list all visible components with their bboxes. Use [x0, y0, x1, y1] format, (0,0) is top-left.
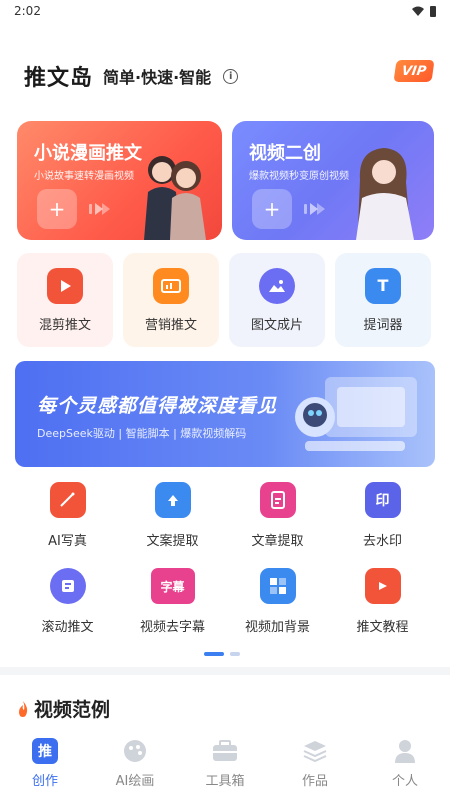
- grid-article-extract[interactable]: 文章提取: [225, 482, 330, 554]
- feature-grid: AI写真 文案提取 文章提取 印 去水印 滚动推文 字幕 视频去字幕 视频加背景: [15, 482, 435, 640]
- folder-upload-icon: [154, 482, 191, 518]
- status-bar: 2:02: [0, 0, 450, 22]
- tool-teleprompter[interactable]: T 提词器: [335, 253, 431, 347]
- video-card-subtitle: 爆款视频秒变原创视频: [249, 171, 349, 182]
- grid-label: AI写真: [48, 534, 87, 549]
- subtitle-remove-icon: 字幕: [150, 568, 195, 604]
- tab-label: 工具箱: [205, 774, 245, 789]
- book-icon: [364, 568, 401, 604]
- grid-copy-extract[interactable]: 文案提取: [120, 482, 225, 554]
- play-arrows-icon: [89, 203, 110, 215]
- palette-icon: [122, 738, 148, 764]
- pager-dot[interactable]: [230, 652, 240, 656]
- grid-ai-photo[interactable]: AI写真: [15, 482, 120, 554]
- grid-label: 视频加背景: [244, 620, 310, 635]
- pager-dots: [204, 652, 240, 656]
- play-icon: [47, 267, 83, 304]
- tab-profile[interactable]: 个人: [360, 732, 450, 800]
- ai-robot-illustration-icon: [295, 377, 417, 451]
- tool-label: 营销推文: [144, 317, 197, 333]
- tool-label: 图文成片: [250, 317, 303, 333]
- text-icon: T: [365, 267, 401, 304]
- tab-label: 创作: [31, 774, 58, 789]
- tab-label: AI绘画: [115, 774, 155, 789]
- background-icon: [259, 568, 296, 604]
- battery-icon: [430, 5, 436, 17]
- banner-title: 每个灵感都值得被深度看见: [37, 395, 278, 417]
- app-slogan: 简单·快速·智能: [103, 68, 212, 87]
- novel-comic-card[interactable]: 小说漫画推文 小说故事速转漫画视频 +: [17, 121, 222, 240]
- image-icon: [259, 267, 295, 304]
- grid-label: 视频去字幕: [139, 620, 205, 635]
- tab-toolbox[interactable]: 工具箱: [180, 732, 270, 800]
- toolbox-icon: [212, 738, 238, 764]
- vip-button[interactable]: VIP: [393, 60, 435, 82]
- megaphone-icon: [153, 267, 189, 304]
- info-icon[interactable]: i: [223, 68, 239, 84]
- create-icon: 推: [32, 738, 58, 764]
- grid-tutorial[interactable]: 推文教程: [330, 568, 435, 640]
- user-icon: [392, 738, 418, 764]
- grid-scroll-text[interactable]: 滚动推文: [15, 568, 120, 640]
- tab-label: 作品: [301, 774, 328, 789]
- status-icons: [412, 5, 436, 17]
- tool-marketing[interactable]: 营销推文: [123, 253, 219, 347]
- app-name: 推文岛: [24, 66, 94, 91]
- novel-card-subtitle: 小说故事速转漫画视频: [34, 171, 134, 182]
- video-remix-card[interactable]: 视频二创 爆款视频秒变原创视频 +: [232, 121, 434, 240]
- grid-subtitle-remove[interactable]: 字幕 视频去字幕: [120, 568, 225, 640]
- document-icon: [259, 482, 296, 518]
- tool-image-video[interactable]: 图文成片: [229, 253, 325, 347]
- banner-subtitle: DeepSeek驱动 | 智能脚本 | 爆款视频解码: [37, 427, 247, 440]
- video-examples-header: 视频范例: [16, 695, 110, 722]
- grid-label: 文案提取: [146, 534, 199, 549]
- video-card-title: 视频二创: [249, 143, 321, 164]
- grid-label: 滚动推文: [41, 620, 94, 635]
- wifi-icon: [412, 6, 424, 16]
- section-divider: [0, 667, 450, 675]
- layers-icon: [302, 738, 328, 764]
- stamp-icon: 印: [364, 482, 401, 518]
- novel-add-button[interactable]: +: [37, 189, 77, 229]
- grid-label: 去水印: [362, 534, 402, 549]
- tab-label: 个人: [391, 774, 418, 789]
- grid-video-background[interactable]: 视频加背景: [225, 568, 330, 640]
- tab-works[interactable]: 作品: [270, 732, 360, 800]
- tab-create[interactable]: 推 创作: [0, 732, 90, 800]
- grid-watermark-remove[interactable]: 印 去水印: [330, 482, 435, 554]
- tool-row: 混剪推文 营销推文 图文成片 T 提词器: [17, 253, 431, 347]
- section-title: 视频范例: [34, 699, 111, 721]
- magic-camera-icon: [49, 482, 86, 518]
- app-header: 推文岛 简单·快速·智能 i: [24, 58, 239, 94]
- tab-ai-painting[interactable]: AI绘画: [90, 732, 180, 800]
- create-glyph: 推: [38, 744, 52, 760]
- tool-mix-cut[interactable]: 混剪推文: [17, 253, 113, 347]
- tool-label: 提词器: [363, 317, 403, 333]
- tool-label: 混剪推文: [38, 317, 91, 333]
- play-arrows-icon: [304, 203, 325, 215]
- promo-banner[interactable]: 每个灵感都值得被深度看见 DeepSeek驱动 | 智能脚本 | 爆款视频解码: [15, 361, 435, 467]
- woman-illustration-icon: [356, 148, 414, 240]
- status-time: 2:02: [14, 4, 41, 18]
- scroll-text-icon: [49, 568, 86, 604]
- subtitle-glyph: 字幕: [160, 579, 185, 594]
- grid-label: 文章提取: [251, 534, 304, 549]
- fire-icon: [19, 700, 28, 717]
- grid-label: 推文教程: [356, 620, 409, 635]
- couple-illustration-icon: [144, 156, 206, 240]
- pager-dot-active[interactable]: [204, 652, 224, 656]
- video-add-button[interactable]: +: [252, 189, 292, 229]
- bottom-tab-bar: 推 创作 AI绘画 工具箱 作品 个人: [0, 732, 450, 800]
